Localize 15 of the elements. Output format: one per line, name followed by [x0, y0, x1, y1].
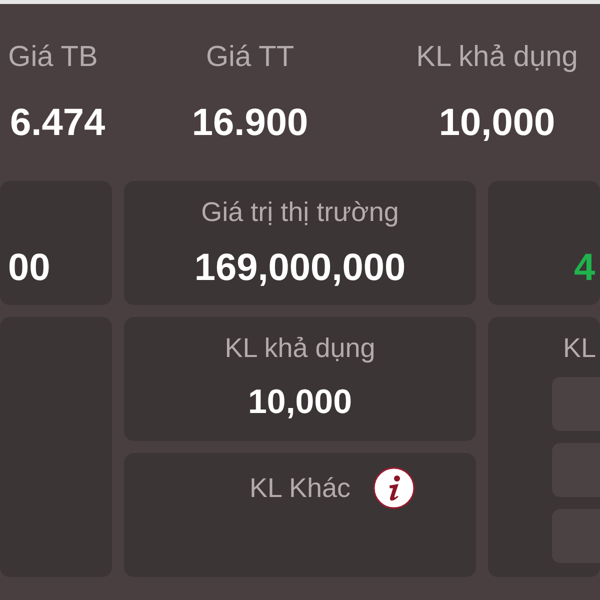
- stat-value: 10,000: [248, 382, 352, 422]
- stat-value: 10,000: [438, 101, 556, 145]
- stat-label: Giá TB: [8, 40, 98, 75]
- stat-value: 169,000,000: [194, 246, 406, 290]
- stat-value: 6.474: [9, 101, 106, 145]
- stat-label: Giá trị thị trường: [201, 196, 399, 229]
- info-icon[interactable]: [372, 467, 415, 509]
- stat-label: KL khả dụng: [224, 332, 376, 365]
- stat-value: 16.900: [192, 101, 308, 145]
- stat-label: Giá TT: [206, 40, 294, 75]
- stat-value: 4: [574, 246, 596, 290]
- stat-label: KL: [563, 333, 596, 363]
- stat-label: KL Khác: [249, 472, 351, 505]
- stat-label: KL khả dụng: [416, 40, 578, 75]
- stat-value: 00: [8, 246, 50, 290]
